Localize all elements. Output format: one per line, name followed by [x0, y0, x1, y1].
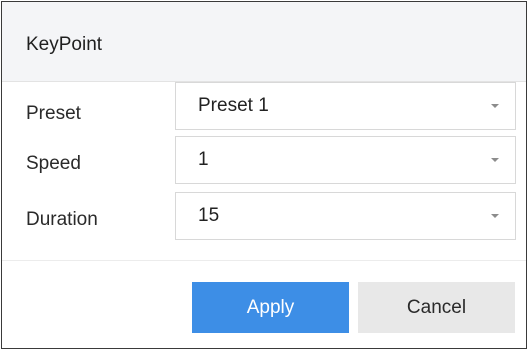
- duration-select[interactable]: 15: [175, 192, 516, 240]
- preset-label: Preset: [26, 103, 81, 124]
- dialog-header: KeyPoint: [2, 2, 526, 82]
- apply-button[interactable]: Apply: [192, 282, 349, 333]
- preset-select-value: Preset 1: [198, 95, 269, 116]
- chevron-down-icon[interactable]: [491, 214, 499, 218]
- preset-select[interactable]: Preset 1: [175, 82, 516, 130]
- speed-select[interactable]: 1: [175, 136, 516, 184]
- cancel-button[interactable]: Cancel: [358, 282, 515, 333]
- duration-label: Duration: [26, 209, 98, 230]
- chevron-down-icon[interactable]: [491, 104, 499, 108]
- footer-divider: [2, 260, 526, 261]
- duration-select-value: 15: [198, 205, 220, 226]
- speed-label: Speed: [26, 153, 81, 174]
- chevron-down-icon[interactable]: [491, 158, 499, 162]
- dialog-title: KeyPoint: [26, 34, 103, 55]
- speed-select-value: 1: [198, 149, 209, 170]
- keypoint-dialog: KeyPoint Preset Preset 1 Speed 1 Duratio…: [1, 1, 527, 349]
